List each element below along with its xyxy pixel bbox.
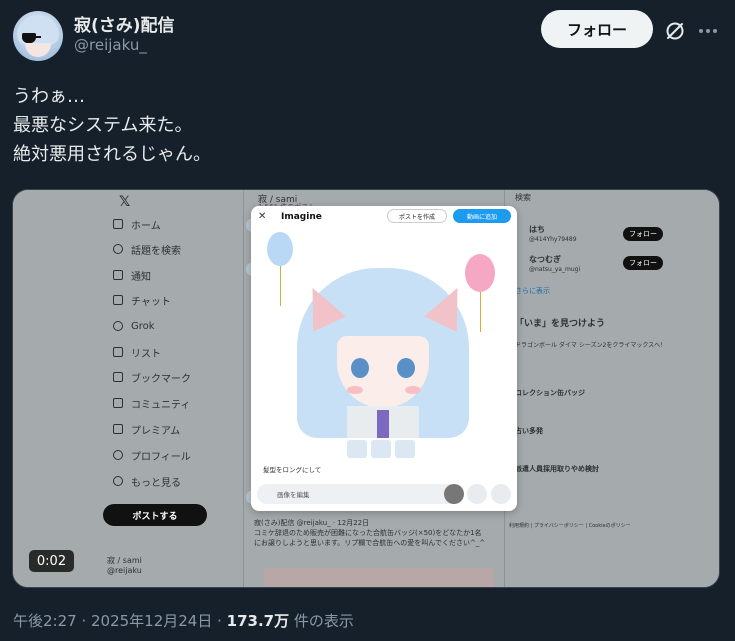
- bookmark-icon: [113, 372, 123, 382]
- nav-item: プロフィール: [113, 445, 191, 465]
- suggest-name: はち: [529, 225, 545, 234]
- tweet-text: うわぁ… 最悪なシステム来た。 絶対悪用されるじゃん。: [13, 82, 713, 169]
- trend-item: ドラゴンボール ダイマ シーズン2をクライマックスへ！: [515, 342, 667, 349]
- tweet-line: 最悪なシステム来た。: [13, 115, 193, 136]
- balloon-icon: [267, 232, 293, 266]
- trend-item: コレクション缶バッジ: [515, 389, 585, 397]
- mail-icon: [113, 295, 123, 305]
- tweet-header: 寂(さみ)配信 @reijaku_ フォロー: [13, 8, 723, 64]
- follow-button[interactable]: フォロー: [541, 10, 653, 48]
- more-circle-icon: [113, 476, 123, 486]
- nav-item: ブックマーク: [113, 367, 191, 387]
- timestamp[interactable]: 午後2:27 · 2025年12月24日 ·: [13, 612, 227, 630]
- tweet-line: 絶対悪用されるじゃん。: [13, 144, 211, 165]
- nav-item: リスト: [113, 342, 161, 362]
- share-icon: [491, 484, 511, 504]
- nav-item: Grok: [113, 316, 155, 336]
- nav-item: コミュニティ: [113, 393, 190, 413]
- user-handle[interactable]: @reijaku_: [74, 36, 147, 54]
- display-name[interactable]: 寂(さみ)配信: [74, 11, 175, 36]
- nav-item: プレミアム: [113, 419, 180, 439]
- embedded-nav: 𝕏 ホーム 話題を検索 通知 チャット Grok リスト ブックマーク コミュニ…: [103, 190, 243, 587]
- suggest-follow: フォロー: [623, 256, 663, 270]
- animate-button: 動画に追加: [453, 209, 511, 223]
- grok-icon: [113, 321, 123, 331]
- grok-icon[interactable]: [664, 20, 686, 42]
- tweet-meta: 午後2:27 · 2025年12月24日 · 173.7万 件の表示: [13, 610, 354, 631]
- create-post-button: ポストを作成: [387, 209, 447, 223]
- trend-item: 派遣人員採用取りやめ検討: [515, 465, 599, 473]
- download-icon: [467, 484, 487, 504]
- trend-item: 占い多発: [515, 427, 543, 435]
- edit-image-input: 画像を編集: [257, 484, 461, 504]
- x-premium-icon: [113, 424, 123, 434]
- profile-icon: [113, 450, 123, 460]
- send-icon: [444, 484, 464, 504]
- avatar[interactable]: [13, 11, 63, 61]
- nav-item: チャット: [113, 290, 171, 310]
- show-more-link: さらに表示: [515, 287, 550, 295]
- video-player[interactable]: 𝕏 ホーム 話題を検索 通知 チャット Grok リスト ブックマーク コミュニ…: [12, 189, 720, 588]
- view-count: 173.7万: [226, 612, 290, 630]
- bell-icon: [113, 270, 123, 280]
- nav-item: ホーム: [113, 214, 161, 234]
- suggest-handle: @natsu_ya_mugi: [529, 266, 581, 273]
- suggest-handle: @414Yhy79489: [529, 236, 577, 243]
- modal-title: Imagine: [281, 212, 322, 222]
- embedded-quote: 寂(さみ)配信 @reijaku_ · 12月22日 コミケ辞退のため販売が困難…: [254, 519, 486, 547]
- balloon-icon: [465, 254, 495, 292]
- nav-item: 通知: [113, 265, 151, 285]
- close-icon: ✕: [258, 211, 267, 222]
- embedded-footer: 利用規約 | プライバシーポリシー | Cookieのポリシー: [509, 523, 631, 529]
- video-duration: 0:02: [29, 550, 74, 572]
- search-icon: [113, 244, 123, 254]
- x-logo-icon: 𝕏: [119, 194, 131, 210]
- variant-thumbnails: [347, 440, 421, 458]
- suggest-name: なつむぎ: [529, 255, 561, 264]
- nav-item: もっと見る: [113, 471, 181, 491]
- suggest-follow: フォロー: [623, 227, 663, 241]
- embedded-search: 検索: [515, 193, 531, 202]
- views-label: 件の表示: [289, 612, 354, 630]
- home-icon: [113, 219, 123, 229]
- imagine-modal: ✕ Imagine ポストを作成 動画に追加 髪型をロングにして 画像を編集: [251, 206, 517, 511]
- nav-item: 話題を検索: [113, 239, 181, 259]
- generated-image: [251, 228, 517, 438]
- embedded-image: [264, 568, 494, 587]
- prompt-chip: 髪型をロングにして: [263, 466, 322, 474]
- more-icon[interactable]: [697, 20, 719, 42]
- community-icon: [113, 398, 123, 408]
- tweet-line: うわぁ…: [13, 86, 85, 107]
- list-icon: [113, 347, 123, 357]
- embedded-post-button: ポストする: [103, 504, 207, 526]
- embedded-profile: 寂 / sami @reijaku: [107, 556, 142, 575]
- trends-title: 「いま」を見つけよう: [515, 319, 606, 329]
- embedded-sidebar: 検索 はち @414Yhy79489 フォロー なつむぎ @natsu_ya_m…: [503, 190, 719, 587]
